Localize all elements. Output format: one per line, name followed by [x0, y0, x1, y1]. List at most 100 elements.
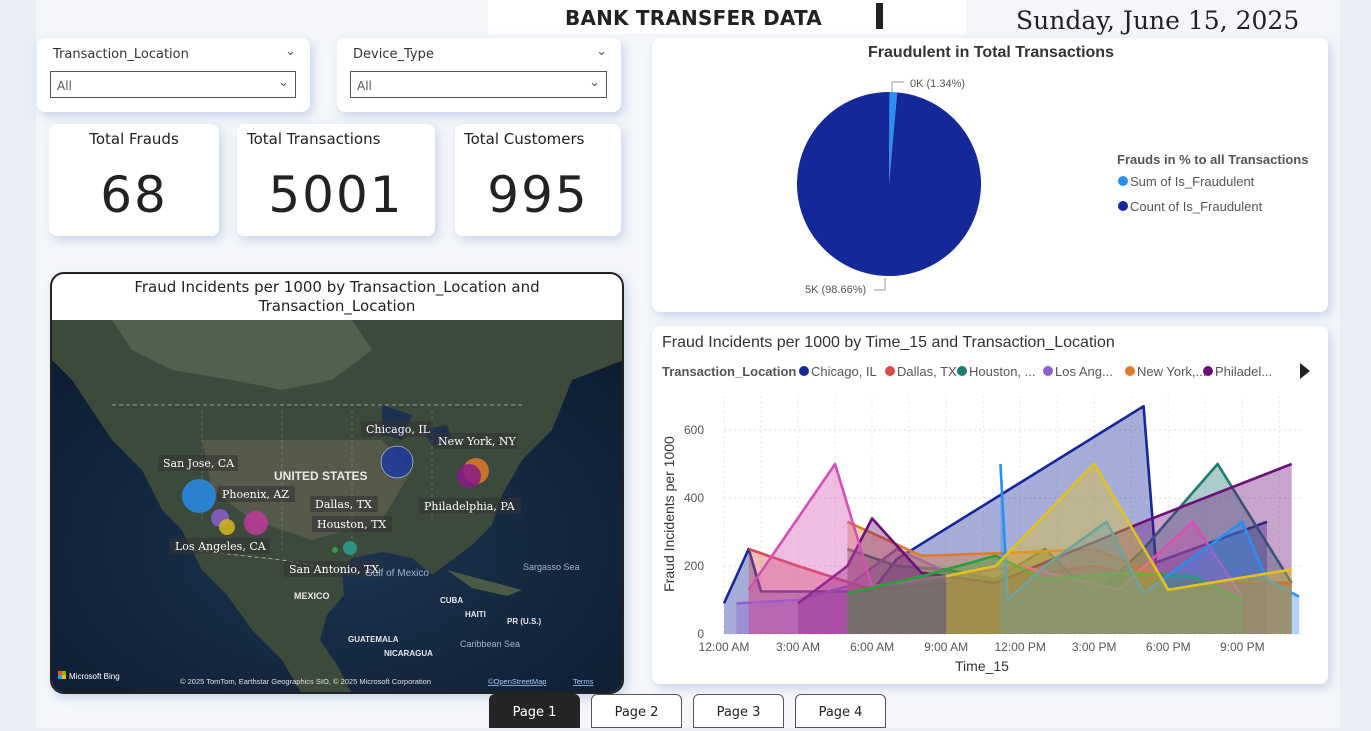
page-4-button[interactable]: Page 4	[795, 694, 886, 728]
page-2-button[interactable]: Page 2	[591, 694, 682, 728]
kpi-value: 995	[487, 166, 589, 224]
line-legend-item[interactable]: Los Ang...	[1055, 364, 1113, 379]
map-attribution: © 2025 TomTom, Earthstar Geographics SIO…	[180, 677, 431, 686]
x-tick-label: 6:00 PM	[1146, 640, 1191, 654]
kpi-label: Total Customers	[464, 130, 585, 148]
region-label-sargasso: Sargasso Sea	[523, 562, 580, 572]
legend-dot	[1118, 201, 1128, 211]
country-label: UNITED STATES	[274, 469, 368, 483]
legend-dot	[1125, 366, 1135, 376]
kpi-value: 68	[100, 166, 168, 224]
x-tick-label: 9:00 AM	[924, 640, 968, 654]
chevron-down-icon[interactable]: ⌄	[596, 44, 607, 59]
bubble-dallas[interactable]	[332, 547, 338, 553]
y-axis-title: Fraud Incidents per 1000	[661, 436, 677, 592]
pie-label-small: 0K (1.34%)	[910, 78, 965, 90]
area-chart-svg: Fraud Incidents per 1000 by Time_15 and …	[661, 334, 1310, 674]
bubble-map[interactable]: Chicago, IL New York, NY San Jose, CA Ph…	[52, 320, 624, 694]
region-label-caribbean: Caribbean Sea	[460, 639, 520, 649]
slicer-label: Device_Type	[353, 47, 434, 62]
dropdown-value: All	[357, 79, 372, 93]
map-title: Fraud Incidents per 1000 by Transaction_…	[134, 278, 540, 315]
bubble-san-jose[interactable]	[182, 479, 216, 513]
pie-slices[interactable]	[797, 92, 981, 277]
city-label-new-york: New York, NY	[438, 435, 517, 448]
ms-logo-icon	[62, 671, 66, 675]
ms-logo-icon	[58, 675, 62, 679]
line-legend-item[interactable]: Philadel...	[1215, 364, 1272, 379]
region-label-gulf: Gulf of Mexico	[365, 568, 429, 579]
chevron-down-icon: ⌄	[589, 75, 600, 90]
y-tick-label: 200	[684, 559, 704, 573]
city-label-san-jose: San Jose, CA	[163, 457, 235, 470]
kpi-value: 5001	[268, 166, 404, 224]
pie-leader-line	[874, 278, 886, 291]
legend-next-arrow-icon[interactable]	[1300, 363, 1310, 379]
kpi-total-frauds: Total Frauds 68	[49, 124, 219, 236]
bubble-chicago[interactable]	[380, 445, 414, 479]
city-label-dallas: Dallas, TX	[315, 498, 372, 511]
bubble-los-angeles[interactable]	[219, 519, 235, 535]
y-tick-label: 600	[684, 423, 704, 437]
ms-logo-icon	[62, 675, 66, 679]
y-tick-label: 0	[697, 627, 704, 641]
line-legend-item[interactable]: Chicago, IL	[811, 364, 877, 379]
x-tick-label: 9:00 PM	[1220, 640, 1265, 654]
region-label-guatemala: GUATEMALA	[348, 635, 399, 644]
line-legend-item[interactable]: Houston, ...	[969, 364, 1035, 379]
x-axis-title: Time_15	[955, 658, 1009, 674]
pie-legend-title: Frauds in % to all Transactions	[1117, 152, 1308, 167]
x-tick-label: 6:00 AM	[850, 640, 894, 654]
pie-slice-count[interactable]	[797, 92, 981, 277]
page-1-button[interactable]: Page 1	[489, 694, 580, 728]
line-chart-title: Fraud Incidents per 1000 by Time_15 and …	[662, 334, 1115, 351]
title-accent-bar	[876, 3, 883, 29]
x-tick-label: 3:00 AM	[776, 640, 820, 654]
slicer-label: Transaction_Location	[53, 47, 189, 62]
pie-title: Fraudulent in Total Transactions	[868, 44, 1114, 61]
bubble-philadelphia[interactable]	[457, 464, 481, 488]
region-label-cuba: CUBA	[440, 596, 463, 605]
kpi-label: Total Transactions	[247, 130, 381, 148]
legend-dot	[957, 366, 967, 376]
pie-legend-item[interactable]: Count of Is_Fraudulent	[1130, 199, 1263, 214]
dropdown-value: All	[57, 79, 72, 93]
region-label-haiti: HAITI	[465, 610, 486, 619]
chevron-down-icon: ⌄	[278, 75, 289, 90]
x-tick-label: 12:00 AM	[699, 640, 750, 654]
pie-chart-visual[interactable]: Fraudulent in Total Transactions 0K (1.3…	[652, 38, 1328, 312]
chart-areas[interactable]	[722, 404, 1300, 634]
kpi-total-transactions: Total Transactions 5001	[237, 124, 435, 236]
area-chart-visual[interactable]: Fraud Incidents per 1000 by Time_15 and …	[652, 326, 1328, 684]
osm-link[interactable]: ©OpenStreetMap	[488, 677, 546, 686]
page-title: BANK TRANSFER DATA	[565, 6, 822, 30]
pie-chart-svg: Fraudulent in Total Transactions 0K (1.3…	[797, 44, 1308, 296]
kpi-label: Total Frauds	[89, 130, 179, 148]
bubble-san-antonio[interactable]	[343, 541, 357, 555]
page-3-button[interactable]: Page 3	[693, 694, 784, 728]
line-legend-item[interactable]: New York,...	[1137, 364, 1206, 379]
city-label-phoenix: Phoenix, AZ	[222, 488, 289, 501]
slicer-device-type: Device_Type ⌄ All ⌄	[337, 38, 621, 112]
x-tick-label: 12:00 PM	[994, 640, 1045, 654]
region-label-pr: PR (U.S.)	[507, 617, 542, 626]
device-type-dropdown[interactable]: All ⌄	[350, 71, 607, 98]
legend-dot	[799, 366, 809, 376]
region-label-mexico: MEXICO	[294, 591, 330, 601]
slicer-transaction-location: Transaction_Location ⌄ All ⌄	[37, 38, 310, 112]
chevron-down-icon[interactable]: ⌄	[285, 44, 296, 59]
line-legend-title: Transaction_Location	[662, 364, 796, 379]
city-label-chicago: Chicago, IL	[366, 423, 431, 436]
pie-legend-item[interactable]: Sum of Is_Fraudulent	[1130, 174, 1255, 189]
legend-dot	[885, 366, 895, 376]
bubble-phoenix[interactable]	[244, 511, 268, 535]
legend-dot	[1203, 366, 1213, 376]
transaction-location-dropdown[interactable]: All ⌄	[50, 71, 296, 98]
region-label-nicaragua: NICARAGUA	[384, 649, 433, 658]
kpi-total-customers: Total Customers 995	[455, 124, 621, 236]
map-visual[interactable]: Fraud Incidents per 1000 by Transaction_…	[50, 272, 624, 694]
y-tick-label: 400	[684, 491, 704, 505]
city-label-los-angeles: Los Angeles, CA	[175, 540, 267, 553]
terms-link[interactable]: Terms	[573, 677, 594, 686]
line-legend-item[interactable]: Dallas, TX	[897, 364, 957, 379]
